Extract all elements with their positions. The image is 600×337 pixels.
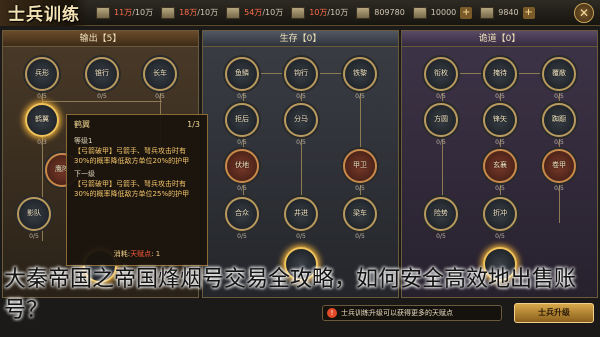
page-title: 士兵训练 (0, 0, 88, 26)
talent-node-xuanxiang[interactable]: 玄襄 (483, 149, 517, 183)
panel-title: 生存【0】 (203, 31, 398, 47)
node-count: 0/5 (436, 233, 446, 240)
talent-node-chichu[interactable]: 踟蹰 (542, 103, 576, 137)
panel-survival: 生存【0】 鱼鳞 0/5 钩行 0/5 铁黎 0/5 拒后 0/5 分马 0/5… (202, 30, 399, 298)
jade-icon (480, 6, 495, 19)
resource-value: 10000 (430, 8, 457, 17)
node-count: 0/3 (37, 139, 47, 146)
tooltip-next-effect: 【弓箭破甲】弓箭手、弩兵攻击时有30%的概率降低敌方单位25%的护甲 (74, 180, 190, 198)
talent-node-tieli[interactable]: 铁黎 (343, 57, 377, 91)
node-count: 0/5 (237, 185, 247, 192)
talent-node-xianshi[interactable]: 险势 (424, 197, 458, 231)
overlay-caption: 大秦帝国之帝国烽烟号交易全攻略，如何安全高效地出售账号？ (4, 267, 577, 323)
node-count: 0/5 (97, 93, 107, 100)
tooltip-current-effect: 【弓箭破甲】弓箭手、弩兵攻击时有30%的概率降低敌方单位20%的护甲 (74, 147, 190, 165)
talent-node-fudi[interactable]: 伏地 (225, 149, 259, 183)
resource-army: 11万 /10万 (96, 6, 154, 19)
coin-icon (412, 6, 427, 19)
talent-node-fangyuan[interactable]: 方圆 (424, 103, 458, 137)
resource-value: 18万 (179, 8, 198, 17)
resource-value: 809780 (374, 8, 405, 17)
talent-node-juhou[interactable]: 拒后 (225, 103, 259, 137)
node-count: 0/5 (237, 233, 247, 240)
talent-node-gouxing[interactable]: 钩行 (284, 57, 318, 91)
army-icon (96, 6, 110, 19)
node-count: 0/5 (237, 139, 247, 146)
node-count: 0/5 (237, 93, 247, 100)
node-count: 0/5 (495, 233, 505, 240)
resource-jade: 9840 + (480, 6, 535, 19)
talent-node-fubi[interactable]: 覆敝 (542, 57, 576, 91)
talent-node-juanjia[interactable]: 卷甲 (542, 149, 576, 183)
tooltip-current-label: 等级1 (74, 137, 93, 145)
talent-node-yulin[interactable]: 鱼鳞 (225, 57, 259, 91)
talent-node-zhuixing[interactable]: 锥行 (85, 57, 119, 91)
food-icon (226, 6, 241, 19)
talent-node-fenma[interactable]: 分马 (284, 103, 318, 137)
resource-value: 9840 (498, 8, 519, 17)
panel-title: 输出【5】 (3, 31, 198, 47)
talent-node-hezhong[interactable]: 合众 (225, 197, 259, 231)
resource-supply: 18万 /10万 (161, 6, 219, 19)
resource-max: /10万 (132, 8, 154, 17)
node-count: 0/5 (37, 93, 47, 100)
add-coin-button[interactable]: + (460, 6, 473, 19)
node-count: 0/5 (495, 185, 505, 192)
tooltip-title: 鹤翼 (74, 120, 90, 129)
tooltip-level: 1/3 (187, 120, 200, 129)
node-count: 0/5 (155, 93, 165, 100)
gold-icon (291, 6, 306, 19)
node-count: 0/5 (29, 233, 39, 240)
panel-title: 诡道【0】 (402, 31, 597, 47)
talent-node-yandai[interactable]: 掩待 (483, 57, 517, 91)
tooltip-header: 鹤翼 1/3 (74, 120, 200, 130)
talent-node-fengshi[interactable]: 锋矢 (483, 103, 517, 137)
talent-node-liangche[interactable]: 梁车 (343, 197, 377, 231)
talent-tooltip: 鹤翼 1/3 等级1 【弓箭破甲】弓箭手、弩兵攻击时有30%的概率降低敌方单位2… (66, 114, 208, 266)
tooltip-cost: 消耗:天赋点: 1 (113, 250, 161, 258)
tooltip-next-label: 下一级 (74, 170, 95, 178)
resource-coin: 10000 + (412, 6, 473, 19)
resource-value: 11万 (114, 8, 133, 17)
node-count: 0/5 (436, 93, 446, 100)
resource-max: /10万 (197, 8, 219, 17)
node-count: 0/5 (296, 233, 306, 240)
talent-node-jiawei[interactable]: 甲卫 (343, 149, 377, 183)
node-count: 0/5 (495, 139, 505, 146)
resource-silver: 809780 (356, 6, 405, 19)
node-count: 0/5 (436, 139, 446, 146)
talent-node-jingjin[interactable]: 井进 (284, 197, 318, 231)
resource-max: /10万 (262, 8, 284, 17)
node-count: 0/5 (355, 93, 365, 100)
node-count: 0/5 (355, 185, 365, 192)
node-count: 0/5 (554, 93, 564, 100)
node-count: 0/5 (296, 139, 306, 146)
panel-deception: 诡道【0】 衔枚 0/5 掩待 0/5 覆敝 0/5 方圆 0/5 锋矢 0/5… (401, 30, 598, 298)
resource-gold: 10万 /10万 (291, 6, 349, 19)
close-icon[interactable]: ✕ (574, 3, 594, 23)
node-count: 0/5 (355, 233, 365, 240)
talent-node-heyi[interactable]: 鹤翼 (25, 103, 59, 137)
resource-value: 10万 (309, 8, 328, 17)
supply-icon (161, 6, 176, 19)
talent-node-zhechong[interactable]: 折冲 (483, 197, 517, 231)
node-count: 0/5 (554, 139, 564, 146)
silver-icon (356, 6, 371, 19)
resource-bar: 士兵训练 11万 /10万 18万 /10万 54万 /10万 10万 /10万… (0, 0, 600, 26)
node-count: 0/5 (296, 93, 306, 100)
resource-food: 54万 /10万 (226, 6, 284, 19)
node-count: 0/5 (554, 185, 564, 192)
resource-value: 54万 (244, 8, 263, 17)
talent-node-bingxing[interactable]: 兵形 (25, 57, 59, 91)
add-jade-button[interactable]: + (522, 6, 535, 19)
talent-node-yingdui[interactable]: 影队 (17, 197, 51, 231)
resource-max: /10万 (327, 8, 349, 17)
talent-node-xianmei[interactable]: 衔枚 (424, 57, 458, 91)
talent-node-changche[interactable]: 长车 (143, 57, 177, 91)
node-count: 0/5 (495, 93, 505, 100)
